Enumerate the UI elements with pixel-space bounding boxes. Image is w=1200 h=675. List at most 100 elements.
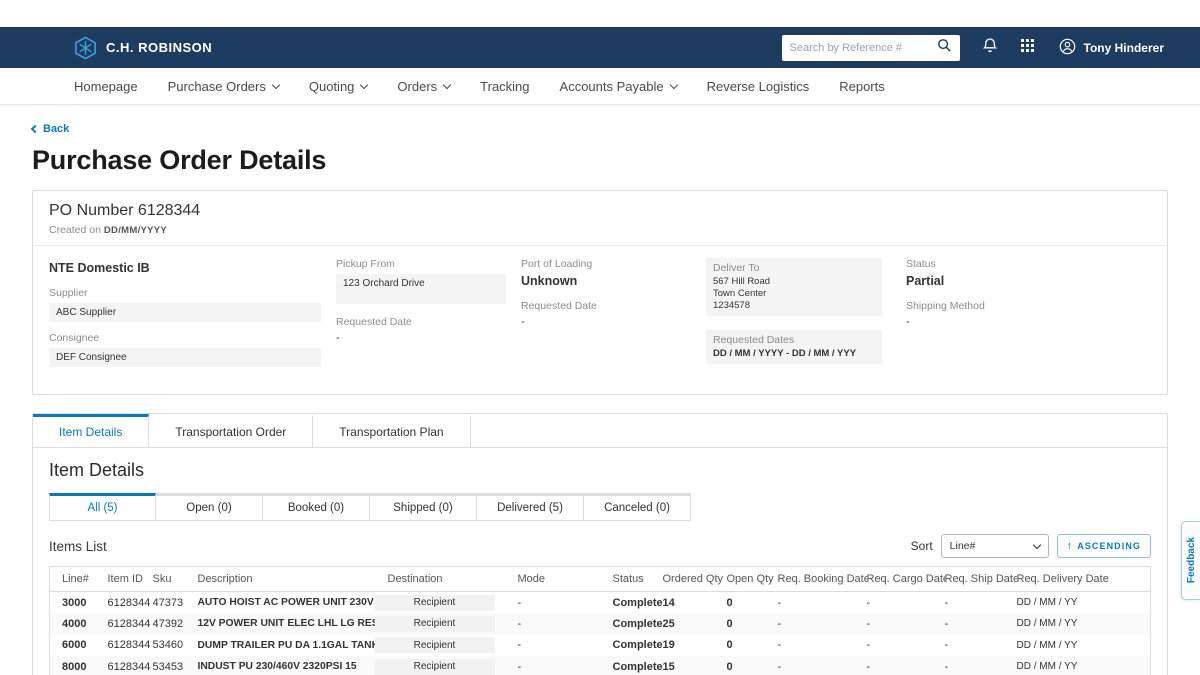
filter-tab-shipped-0[interactable]: Shipped (0): [370, 493, 477, 521]
supplier-label: Supplier: [49, 287, 336, 299]
filter-tab-all-5[interactable]: All (5): [49, 493, 156, 521]
parties-column: NTE Domestic IB Supplier ABC Supplier Co…: [49, 258, 336, 378]
deliver-requested-label: Requested Dates: [713, 334, 875, 346]
order-type: NTE Domestic IB: [49, 261, 336, 275]
table-row: 8000612834453453INDUST PU 230/460V 2320P…: [50, 656, 1151, 675]
user-name: Tony Hinderer: [1084, 41, 1164, 55]
nav-item-homepage[interactable]: Homepage: [74, 79, 138, 94]
cell-line: 8000: [50, 656, 108, 675]
cell-line: 6000: [50, 635, 108, 657]
tab-transportation-order[interactable]: Transportation Order: [149, 414, 313, 447]
apps-button[interactable]: [1020, 38, 1035, 58]
page-title: Purchase Order Details: [32, 145, 1168, 176]
main-nav: Homepage Purchase Orders Quoting Orders Trac…: [0, 68, 1200, 105]
deliver-column: Deliver To 567 Hill Road Town Center 123…: [706, 258, 906, 378]
consignee-label: Consignee: [49, 332, 336, 344]
destination-value: Recipient: [375, 595, 495, 611]
nav-item-reverse-logistics[interactable]: Reverse Logistics: [707, 79, 810, 94]
table-row: 400061283444739212V POWER UNIT ELEC LHL …: [50, 613, 1151, 635]
column-header-sku: Sku: [153, 567, 198, 592]
cell-destination: Recipient: [375, 656, 518, 675]
tab-transportation-plan[interactable]: Transportation Plan: [313, 414, 470, 447]
cell-item-id: 6128344: [108, 592, 153, 614]
grid-dots-icon: [1020, 38, 1035, 58]
column-header-req-ship-date: Req. Ship Date: [945, 567, 1017, 592]
cell-mode: -: [518, 613, 613, 635]
pickup-value: 123 Orchard Drive: [336, 274, 506, 304]
nav-item-purchase-orders[interactable]: Purchase Orders: [168, 79, 279, 94]
deliver-requested-value: DD / MM / YYYY - DD / MM / YYY: [713, 348, 875, 360]
status-column: Status Partial Shipping Method -: [906, 258, 1151, 378]
cell-line: 3000: [50, 592, 108, 614]
column-header-req-booking-date: Req. Booking Date: [778, 567, 867, 592]
chevron-down-icon: [669, 80, 677, 88]
search-input[interactable]: [790, 42, 937, 54]
pickup-requested-value: -: [336, 332, 521, 344]
port-label: Port of Loading: [521, 258, 706, 270]
filter-tab-booked-0[interactable]: Booked (0): [263, 493, 370, 521]
sort-direction-button[interactable]: ↑ ASCENDING: [1057, 534, 1151, 558]
nav-item-label: Tracking: [480, 79, 529, 94]
cell-mode: -: [518, 635, 613, 657]
cell-req-cargo-date: -: [867, 613, 945, 635]
deliver-address-line: 1234578: [713, 300, 875, 312]
nav-item-label: Homepage: [74, 79, 138, 94]
cell-sku: 53460: [153, 635, 198, 657]
nav-item-tracking[interactable]: Tracking: [480, 79, 529, 94]
notifications-button[interactable]: [982, 37, 998, 59]
destination-value: Recipient: [375, 637, 495, 653]
nav-item-reports[interactable]: Reports: [839, 79, 885, 94]
port-column: Port of Loading Unknown Requested Date -: [521, 258, 706, 378]
cell-open-qty: 0: [727, 613, 778, 635]
tab-item-details[interactable]: Item Details: [33, 414, 149, 447]
cell-req-ship-date: -: [945, 592, 1017, 614]
cell-req-delivery-date: DD / MM / YY: [1017, 592, 1151, 614]
hexagon-logo-icon: [74, 36, 97, 60]
bell-icon: [982, 37, 998, 59]
pickup-column: Pickup From 123 Orchard Drive Requested …: [336, 258, 521, 378]
nav-item-orders[interactable]: Orders: [397, 79, 450, 94]
filter-tab-open-0[interactable]: Open (0): [156, 493, 263, 521]
top-margin: [0, 0, 1200, 27]
po-summary-card: PO Number 6128344 Created on DD/MM/YYYY …: [32, 190, 1168, 395]
cell-req-booking-date: -: [778, 613, 867, 635]
status-value: Partial: [906, 274, 1151, 288]
cell-sku: 53453: [153, 656, 198, 675]
destination-value: Recipient: [375, 616, 495, 632]
cell-status: Complete: [613, 613, 663, 635]
pickup-label: Pickup From: [336, 258, 521, 270]
shipping-method-label: Shipping Method: [906, 300, 1151, 312]
column-header-status: Status: [613, 567, 663, 592]
cell-req-delivery-date: DD / MM / YY: [1017, 635, 1151, 657]
feedback-label: Feedback: [1186, 537, 1197, 583]
cell-line: 4000: [50, 613, 108, 635]
sort-select[interactable]: Line#: [941, 534, 1049, 558]
nav-item-quoting[interactable]: Quoting: [309, 79, 368, 94]
cell-status: Complete: [613, 656, 663, 675]
cell-description: AUTO HOIST AC POWER UNIT 230V: [198, 592, 375, 614]
chevron-left-icon: [31, 125, 39, 133]
feedback-button[interactable]: Feedback: [1181, 521, 1200, 600]
user-menu[interactable]: Tony Hinderer: [1059, 38, 1164, 58]
cell-destination: Recipient: [375, 592, 518, 614]
cell-req-ship-date: -: [945, 635, 1017, 657]
nav-item-accounts-payable[interactable]: Accounts Payable: [560, 79, 677, 94]
cell-req-ship-date: -: [945, 613, 1017, 635]
cell-open-qty: 0: [727, 656, 778, 675]
cell-destination: Recipient: [375, 635, 518, 657]
search-icon[interactable]: [937, 38, 952, 58]
brand-logo[interactable]: C.H. ROBINSON: [74, 36, 212, 60]
cell-req-booking-date: -: [778, 656, 867, 675]
back-button[interactable]: Back: [32, 123, 69, 135]
cell-description: INDUST PU 230/460V 2320PSI 15: [198, 656, 375, 675]
created-on: Created on DD/MM/YYYY: [49, 224, 1151, 236]
filter-tab-canceled-0[interactable]: Canceled (0): [584, 493, 691, 521]
cell-req-booking-date: -: [778, 592, 867, 614]
cell-destination: Recipient: [375, 613, 518, 635]
cell-item-id: 6128344: [108, 635, 153, 657]
items-list-title: Items List: [49, 539, 107, 554]
cell-description: DUMP TRAILER PU DA 1.1GAL TANK: [198, 635, 375, 657]
cell-mode: -: [518, 592, 613, 614]
filter-tab-delivered-5[interactable]: Delivered (5): [477, 493, 584, 521]
cell-sku: 47392: [153, 613, 198, 635]
